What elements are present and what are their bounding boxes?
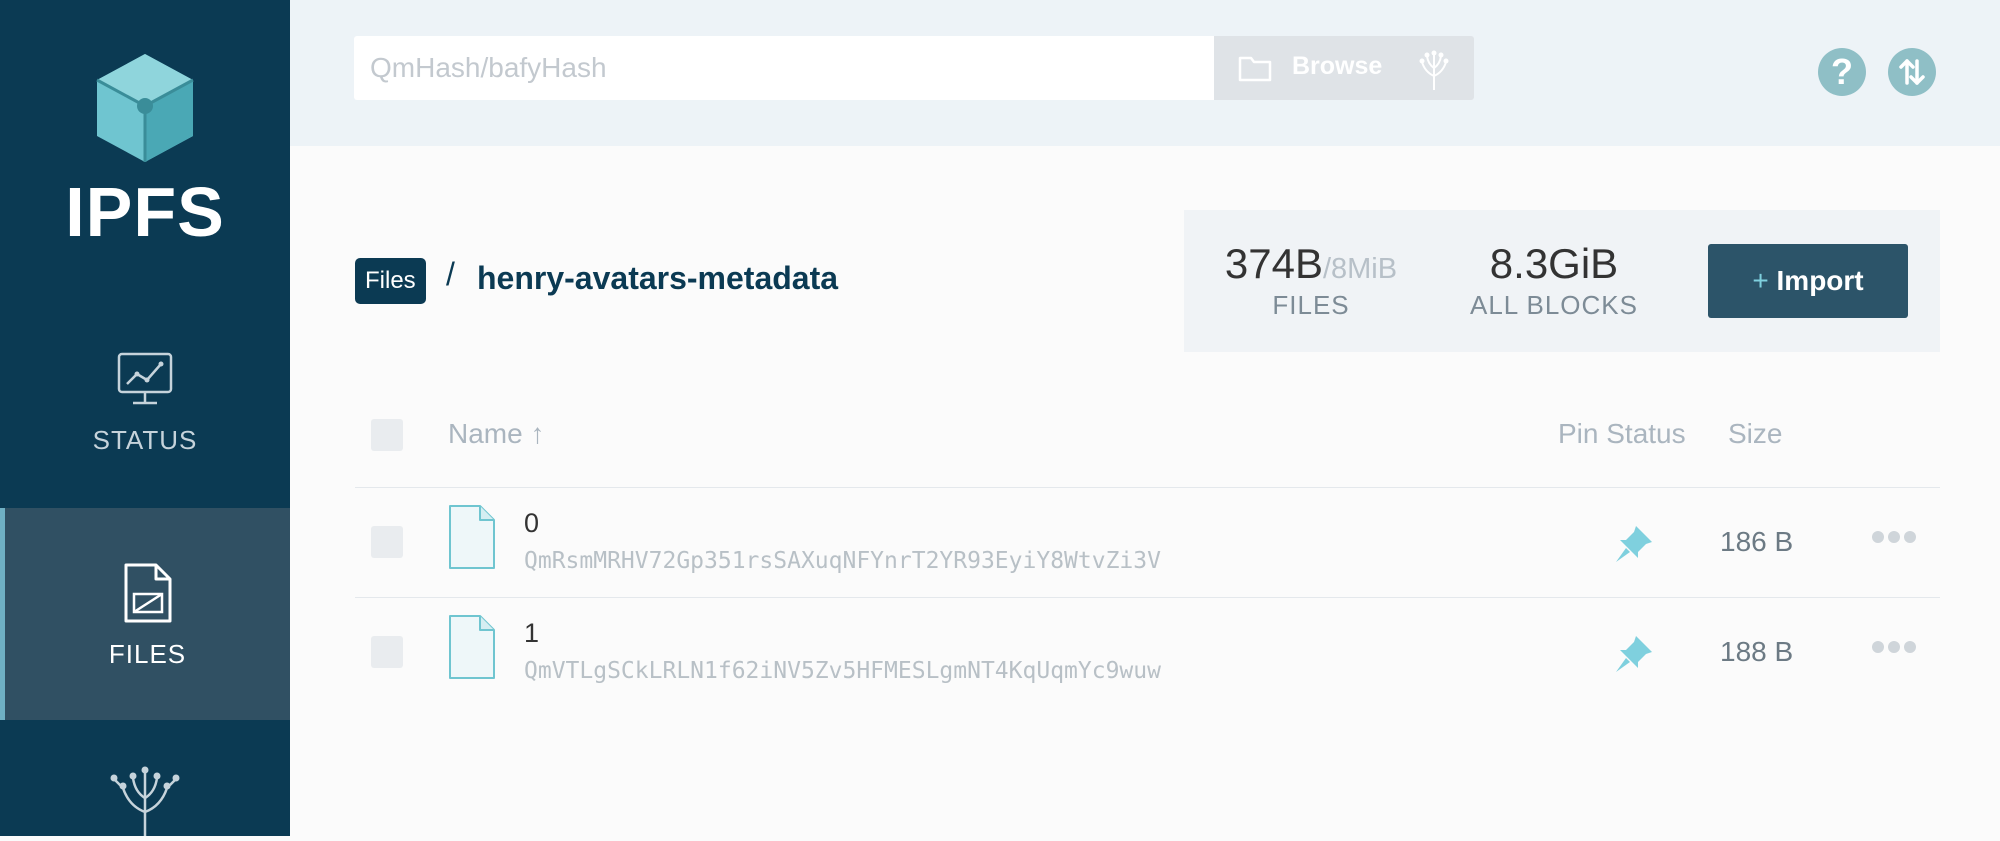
file-size: 188 B <box>1720 636 1794 667</box>
peers-tree-icon <box>110 766 180 836</box>
folder-icon <box>1238 56 1272 82</box>
select-all-checkbox[interactable] <box>371 419 403 451</box>
pin-icon[interactable] <box>1612 522 1656 566</box>
file-name[interactable]: 1 <box>524 618 539 649</box>
search-input[interactable]: QmHash/bafyHash <box>354 36 1214 100</box>
file-icon <box>124 563 171 623</box>
file-name[interactable]: 0 <box>524 508 539 539</box>
column-header-pin-status: Pin Status <box>1558 418 1686 449</box>
import-button[interactable]: + Import <box>1708 244 1908 318</box>
more-options-icon[interactable] <box>1872 640 1922 660</box>
blocks-caption: ALL BLOCKS <box>1469 290 1638 320</box>
column-header-size[interactable]: Size <box>1728 418 1782 450</box>
breadcrumb-current-folder[interactable]: henry-avatars-metadata <box>477 260 838 297</box>
sidebar-item-label: STATUS <box>92 425 198 455</box>
top-bar: QmHash/bafyHash Browse ? <box>290 0 2000 146</box>
files-quota: /8MiB <box>1322 253 1398 285</box>
blocks-stat: 8.3GiB ALL BLOCKS <box>1454 240 1654 321</box>
browse-label: Browse <box>1292 52 1383 80</box>
column-header-name[interactable]: Name ↑ <box>448 418 544 450</box>
transfer-arrows-icon <box>1899 59 1925 85</box>
import-label: Import <box>1776 265 1864 296</box>
sidebar-item-files[interactable]: FILES <box>0 508 290 720</box>
help-button[interactable]: ? <box>1818 48 1866 96</box>
browse-button[interactable]: Browse <box>1214 36 1474 100</box>
status-chart-icon <box>117 352 173 405</box>
divider <box>355 597 1940 598</box>
transfers-button[interactable] <box>1888 48 1936 96</box>
files-size: 374B <box>1224 240 1323 287</box>
peers-tree-icon <box>1419 50 1449 90</box>
sidebar-item-status[interactable]: STATUS <box>0 350 290 456</box>
sidebar-item-label: FILES <box>108 639 187 669</box>
blocks-size: 8.3GiB <box>1489 240 1619 287</box>
logo-text: IPFS <box>65 173 225 251</box>
plus-icon: + <box>1752 265 1769 296</box>
ipfs-logo[interactable]: IPFS <box>0 50 290 252</box>
file-icon <box>449 615 495 679</box>
breadcrumb-separator: / <box>446 256 455 292</box>
file-icon <box>449 505 495 569</box>
question-icon: ? <box>1831 51 1853 92</box>
file-cid: QmVTLgSCkLRLN1f62iNV5Zv5HFMESLgmNT4KqUqm… <box>524 658 1161 684</box>
ipfs-cube-icon <box>96 54 194 162</box>
files-stat: 374B/8MiB FILES <box>1217 240 1405 321</box>
breadcrumb-root[interactable]: Files <box>355 258 426 304</box>
sidebar: IPFS STATUS FILES <box>0 0 290 836</box>
file-cid: QmRsmMRHV72Gp351rsSAXuqNFYnrT2YR93EyiY8W… <box>524 548 1161 574</box>
more-options-icon[interactable] <box>1872 530 1922 550</box>
files-caption: FILES <box>1272 290 1350 320</box>
divider <box>355 487 1940 488</box>
row-checkbox[interactable] <box>371 526 403 558</box>
sidebar-item-peers[interactable] <box>0 762 290 841</box>
stats-panel: 374B/8MiB FILES 8.3GiB ALL BLOCKS + Impo… <box>1184 210 1940 352</box>
pin-icon[interactable] <box>1612 632 1656 676</box>
row-checkbox[interactable] <box>371 636 403 668</box>
file-size: 186 B <box>1720 526 1794 557</box>
